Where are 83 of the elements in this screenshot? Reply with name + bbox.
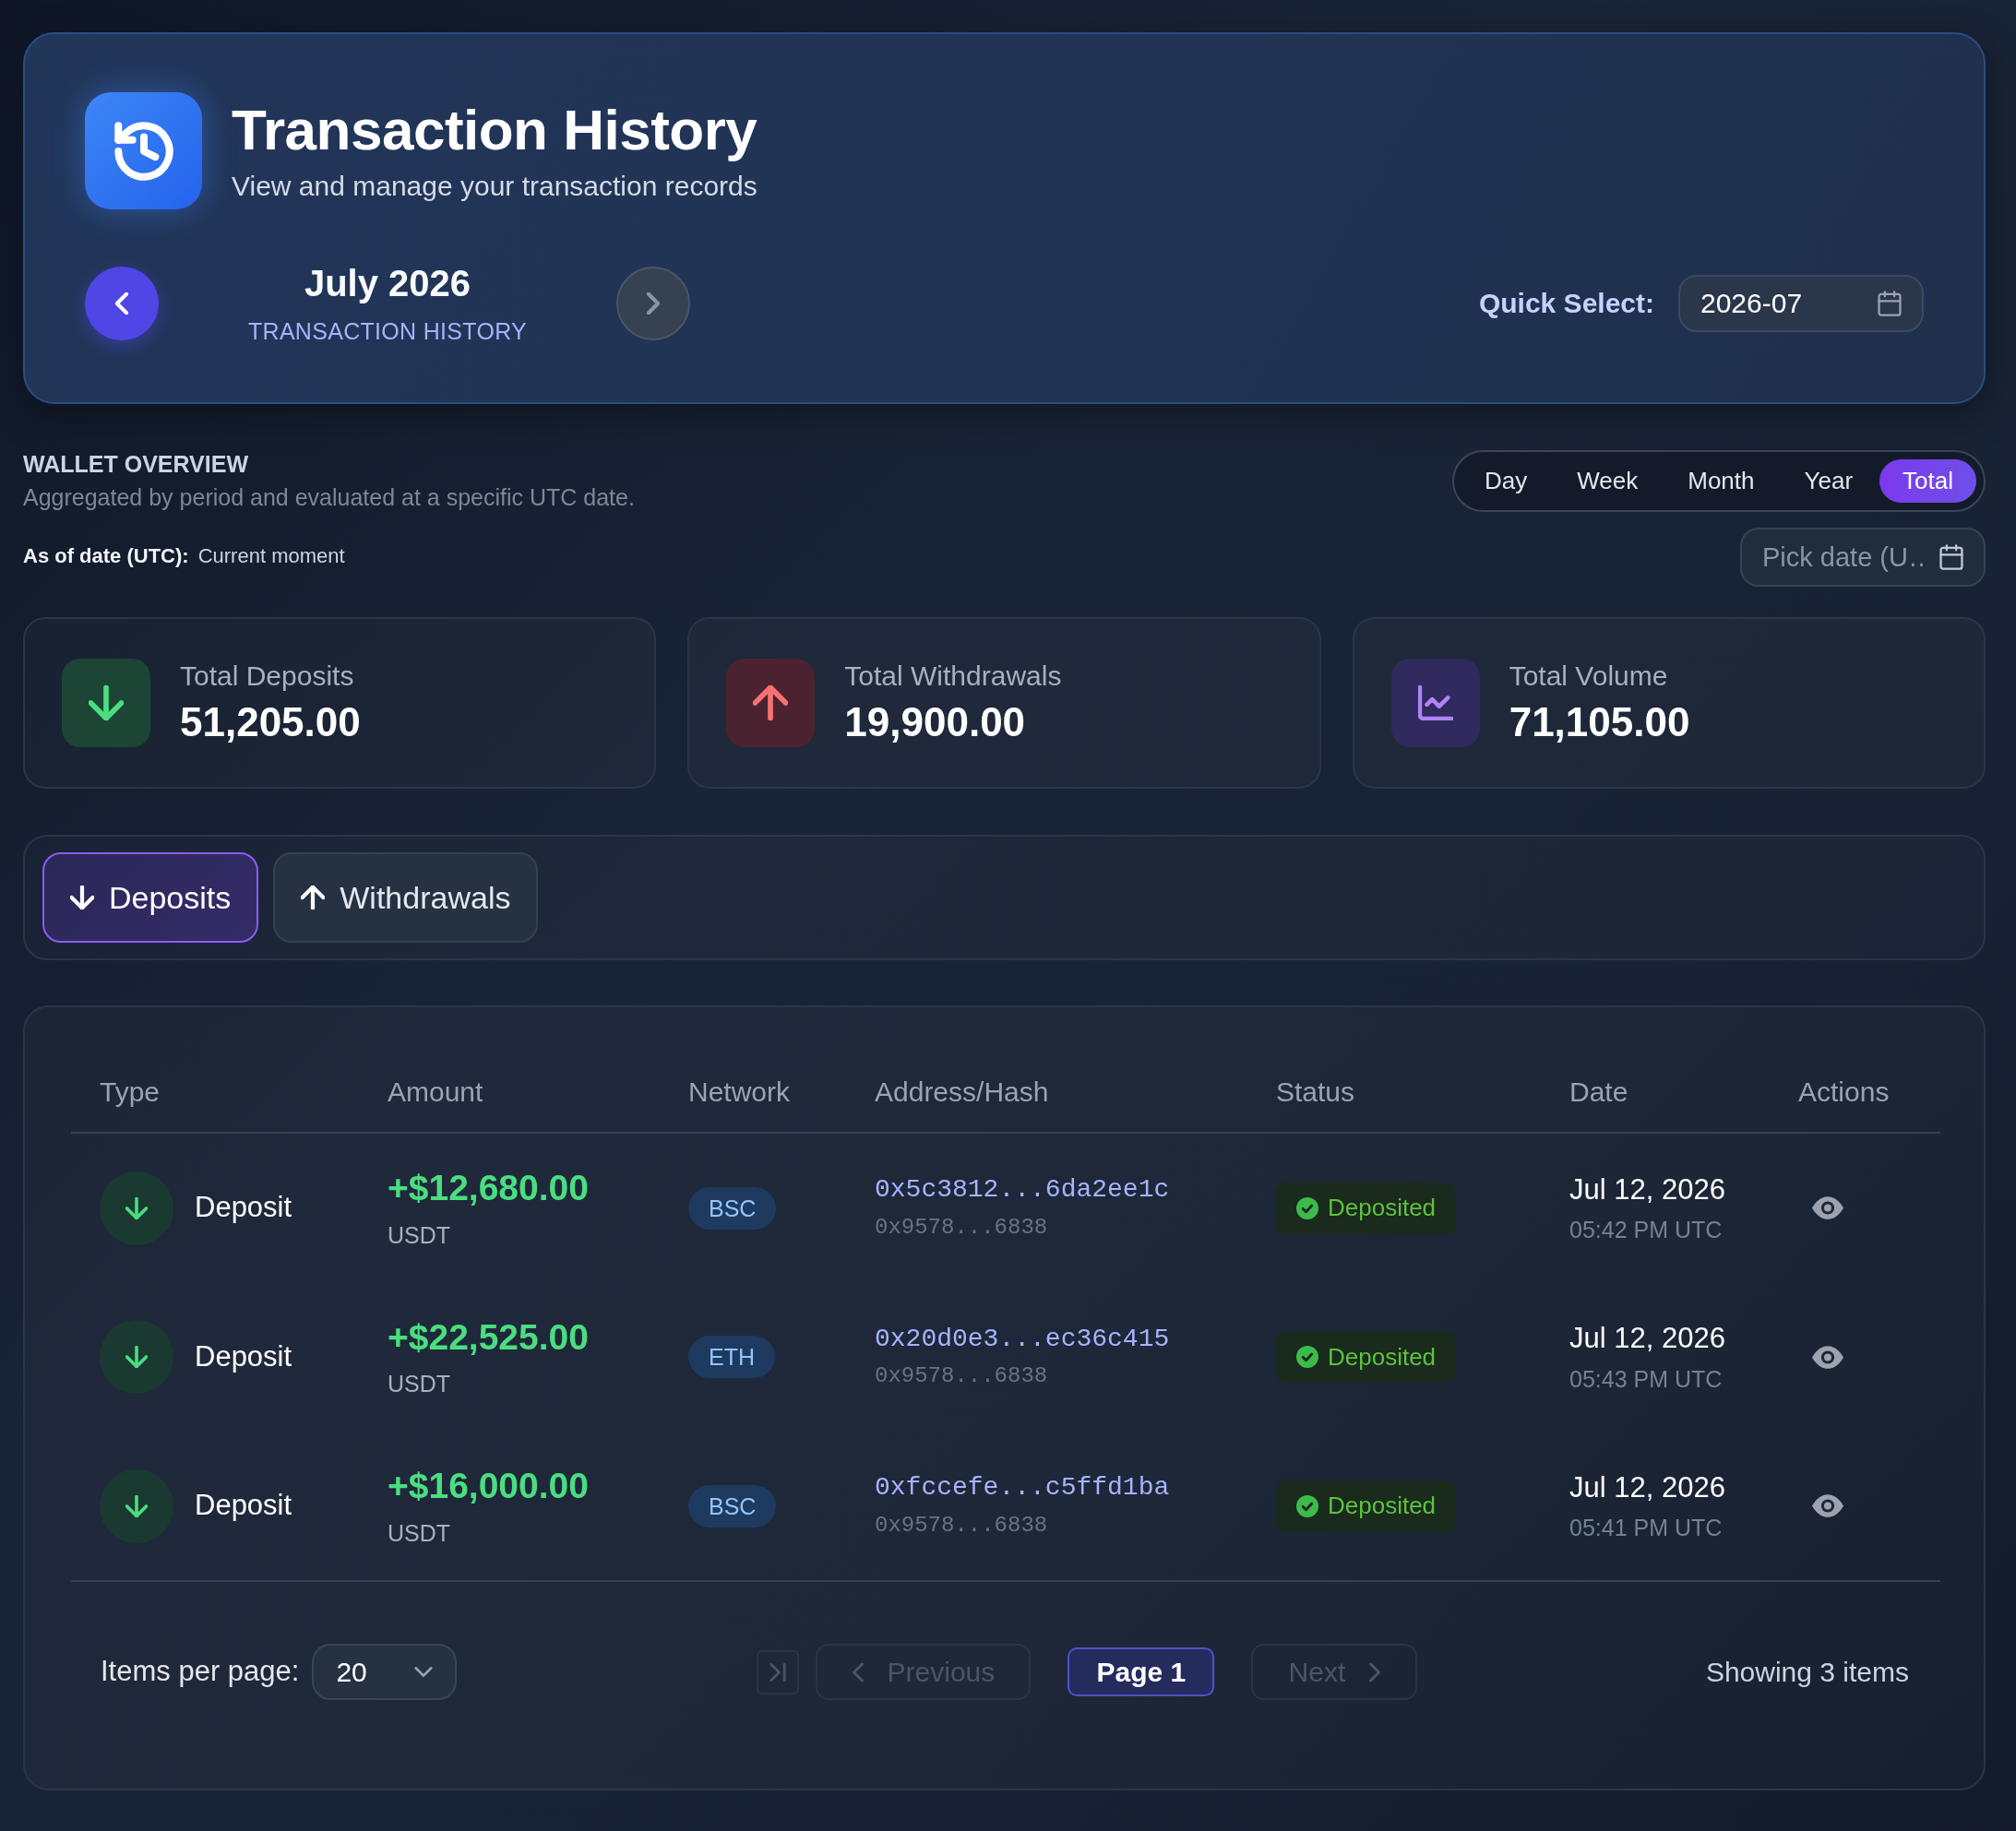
time-text: 05:42 PM UTC: [1569, 1216, 1724, 1244]
date-text: Jul 12, 2026: [1569, 1321, 1726, 1356]
transaction-tab[interactable]: Withdrawals: [273, 852, 539, 943]
column-header: Network: [660, 1052, 846, 1133]
page-subtitle: View and manage your transaction records: [232, 169, 757, 203]
chevron-down-icon: [414, 1667, 434, 1677]
currency-label: USDT: [388, 1370, 452, 1398]
stat-label: Total Volume: [1509, 659, 1669, 693]
check-circle-icon: [1296, 1494, 1318, 1517]
check-circle-icon: [1296, 1196, 1318, 1219]
currency-label: USDT: [388, 1518, 452, 1547]
as-of-value: Current moment: [197, 543, 345, 569]
check-circle-icon: [1296, 1346, 1318, 1368]
arrow-down-icon: [70, 886, 94, 910]
per-page-select[interactable]: 20: [312, 1644, 458, 1700]
transaction-type: Deposit: [195, 1488, 292, 1524]
stat-label: Total Withdrawals: [844, 659, 1062, 693]
quick-select-field[interactable]: 2026-07: [1678, 274, 1924, 332]
month-title: July 2026: [303, 262, 472, 305]
transaction-type: Deposit: [195, 1338, 292, 1374]
eye-icon[interactable]: [1812, 1196, 1843, 1219]
status-text: Deposited: [1328, 1491, 1437, 1521]
column-header: Type: [71, 1052, 359, 1133]
network-tag: BSC: [688, 1484, 777, 1528]
time-text: 05:43 PM UTC: [1569, 1364, 1724, 1393]
calendar-icon[interactable]: [1878, 290, 1902, 316]
column-header: Actions: [1770, 1052, 1940, 1133]
arrow-up-icon: [301, 886, 326, 910]
network-tag: BSC: [688, 1186, 777, 1230]
column-header: Status: [1247, 1052, 1541, 1133]
stat-label: Total Deposits: [180, 659, 355, 693]
as-of-label: As of date (UTC):: [23, 543, 189, 569]
column-header: Address/Hash: [846, 1052, 1247, 1133]
transaction-tab[interactable]: Deposits: [42, 852, 259, 943]
section-subtitle: Aggregated by period and evaluated at a specific UTC date.: [23, 483, 635, 511]
status-text: Deposited: [1328, 1341, 1437, 1373]
month-caption: TRANSACTION HISTORY: [246, 317, 528, 345]
chevron-right-icon: [1369, 1661, 1381, 1682]
status-text: Deposited: [1328, 1193, 1437, 1223]
history-icon: [85, 92, 202, 209]
per-page-label: Items per page:: [101, 1654, 300, 1690]
previous-month-button[interactable]: [85, 266, 159, 340]
arrow-down-icon: [62, 659, 150, 747]
column-header: Date: [1541, 1052, 1770, 1133]
hash-link[interactable]: 0x20d0e3...ec36c415: [875, 1324, 1170, 1353]
period-tab[interactable]: Year: [1781, 459, 1877, 503]
chevron-left-icon: [115, 291, 128, 315]
current-page-button[interactable]: Page 1: [1068, 1647, 1215, 1696]
date-text: Jul 12, 2026: [1569, 1469, 1726, 1505]
date-text: Jul 12, 2026: [1569, 1171, 1726, 1207]
date-picker-field[interactable]: Pick date (U…: [1740, 528, 1986, 587]
page-title: Transaction History: [232, 99, 757, 162]
transaction-type: Deposit: [195, 1190, 292, 1226]
eye-icon[interactable]: [1812, 1345, 1843, 1369]
period-tab[interactable]: Day: [1461, 459, 1551, 503]
period-tab[interactable]: Week: [1554, 459, 1662, 503]
eye-icon[interactable]: [1812, 1494, 1843, 1517]
chevron-left-icon: [852, 1661, 864, 1682]
time-text: 05:41 PM UTC: [1569, 1514, 1724, 1542]
address-text: 0x9578...6838: [875, 1363, 1048, 1391]
network-tag: ETH: [688, 1336, 775, 1378]
address-text: 0x9578...6838: [875, 1512, 1048, 1540]
chevron-bar-icon: [769, 1662, 787, 1682]
hash-link[interactable]: 0xfccefe...c5ffd1ba: [875, 1473, 1170, 1503]
quick-select-label: Quick Select:: [1478, 287, 1654, 320]
amount-text: +$12,680.00: [388, 1167, 590, 1210]
arrow-up-icon: [726, 659, 816, 747]
period-tab[interactable]: Month: [1664, 459, 1778, 503]
period-tab[interactable]: Total: [1879, 459, 1976, 503]
items-count-text: Showing 3 items: [1705, 1656, 1909, 1689]
stat-value: 19,900.00: [844, 697, 1027, 746]
column-header: Amount: [359, 1052, 660, 1133]
chevron-right-icon: [647, 291, 660, 315]
stat-value: 51,205.00: [180, 697, 361, 746]
calendar-icon[interactable]: [1939, 544, 1963, 570]
line-chart-icon: [1390, 659, 1480, 747]
stat-value: 71,105.00: [1509, 697, 1690, 746]
address-text: 0x9578...6838: [875, 1214, 1048, 1242]
amount-text: +$22,525.00: [388, 1315, 590, 1359]
hash-link[interactable]: 0x5c3812...6da2ee1c: [875, 1175, 1170, 1205]
amount-text: +$16,000.00: [388, 1465, 590, 1508]
section-title: WALLET OVERVIEW: [23, 450, 249, 478]
currency-label: USDT: [388, 1220, 452, 1249]
